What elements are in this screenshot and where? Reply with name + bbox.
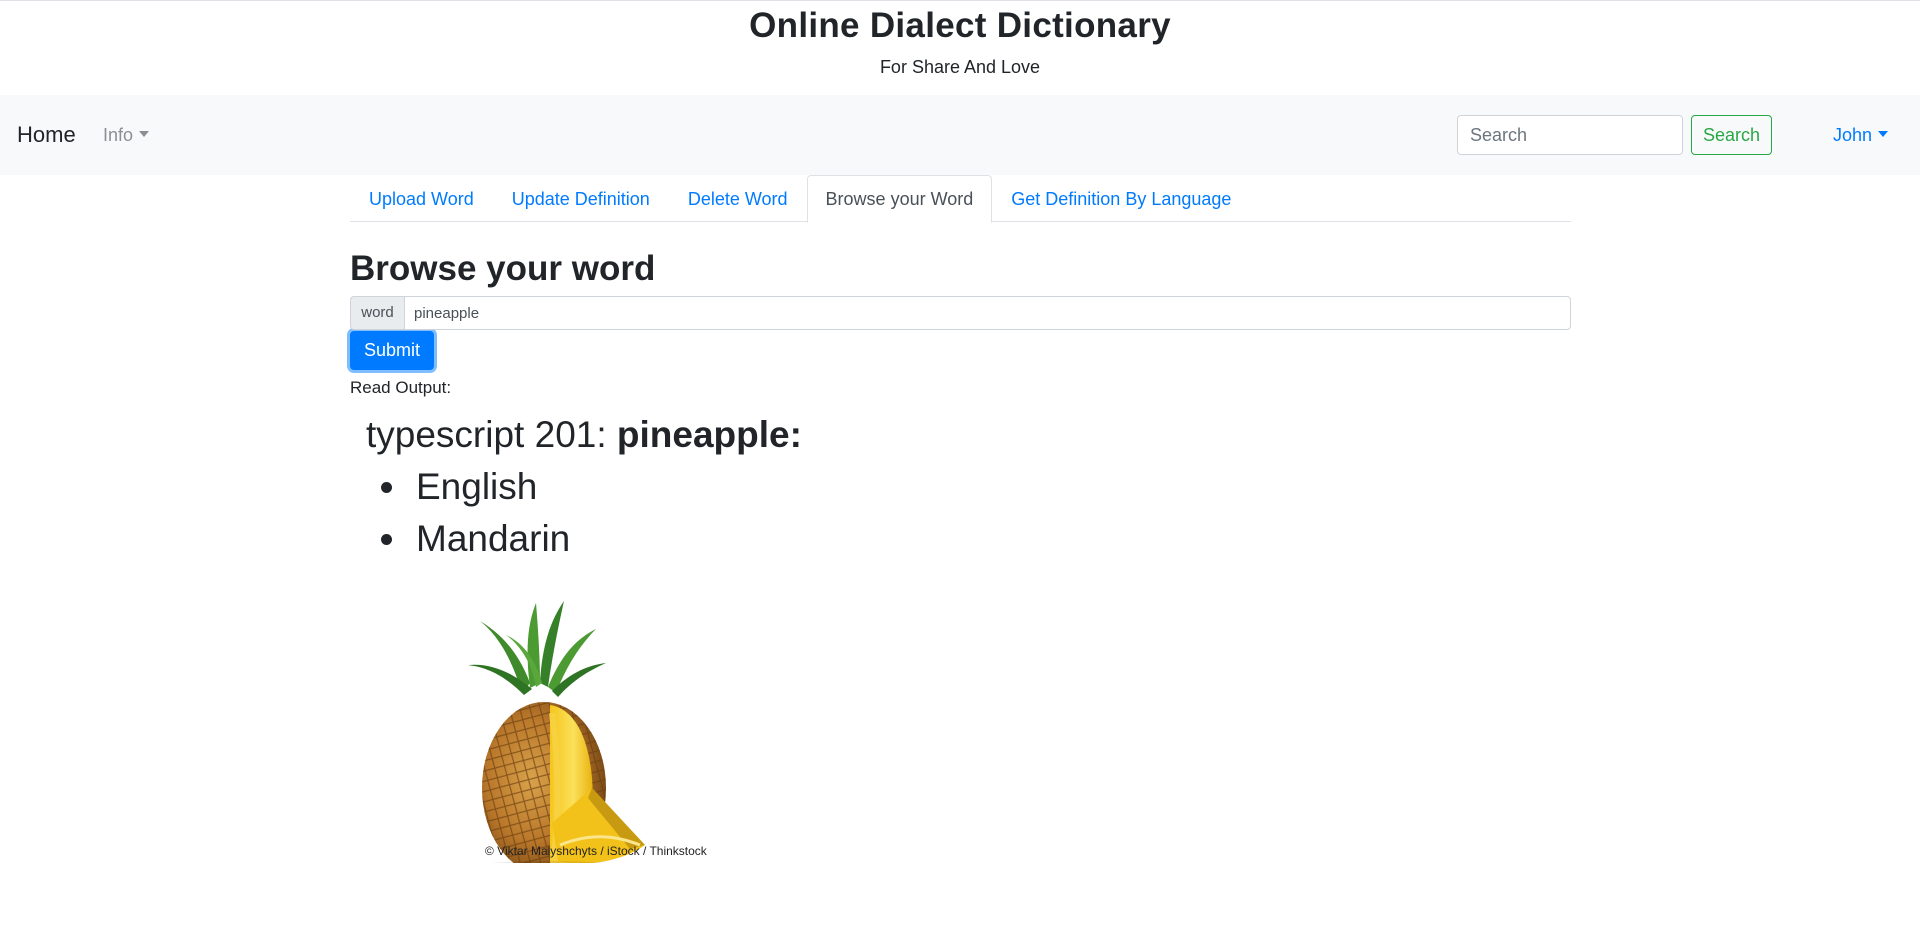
search-input[interactable] <box>1457 115 1683 155</box>
tab-get-definition-by-language[interactable]: Get Definition By Language <box>992 175 1250 222</box>
list-item: Mandarin <box>410 513 1571 565</box>
user-dropdown-label: John <box>1833 125 1873 145</box>
image-credit: © Viktar Malyshchyts / iStock / Thinksto… <box>485 844 707 858</box>
tab-bar: Upload Word Update Definition Delete Wor… <box>350 175 1571 223</box>
chevron-down-icon <box>1878 131 1889 138</box>
pineapple-illustration <box>460 601 645 877</box>
word-input-group: word <box>350 296 1571 330</box>
pineapple-image <box>440 583 720 877</box>
result-prefix: typescript 201: <box>366 414 607 455</box>
submit-button[interactable]: Submit <box>350 331 434 370</box>
chevron-down-icon <box>139 131 150 138</box>
navbar: Home Info Search John <box>0 95 1920 175</box>
word-input[interactable] <box>404 296 1571 330</box>
site-title: Online Dialect Dictionary <box>749 6 1171 45</box>
tab-update-definition[interactable]: Update Definition <box>493 175 669 222</box>
read-output-label: Read Output: <box>350 378 452 397</box>
word-input-label: word <box>350 296 404 330</box>
tab-browse-your-word[interactable]: Browse your Word <box>806 175 993 223</box>
tab-upload-word[interactable]: Upload Word <box>350 175 493 222</box>
info-dropdown-label: Info <box>103 125 134 145</box>
list-item: English <box>410 461 1571 513</box>
result-title: typescript 201: pineapple: <box>366 413 1571 457</box>
info-dropdown[interactable]: Info <box>103 123 150 147</box>
main-content: Browse your word word Submit Read Output… <box>350 222 1571 565</box>
page-title: Browse your word <box>350 249 656 288</box>
search-button[interactable]: Search <box>1691 115 1772 155</box>
language-list: English Mandarin <box>350 461 1571 565</box>
site-subtitle: For Share And Love <box>879 57 1041 77</box>
home-link[interactable]: Home <box>17 121 76 149</box>
result-word: pineapple: <box>616 414 802 455</box>
tab-delete-word[interactable]: Delete Word <box>669 175 807 222</box>
user-dropdown[interactable]: John <box>1833 123 1889 147</box>
site-header: Online Dialect Dictionary For Share And … <box>0 1 1920 95</box>
